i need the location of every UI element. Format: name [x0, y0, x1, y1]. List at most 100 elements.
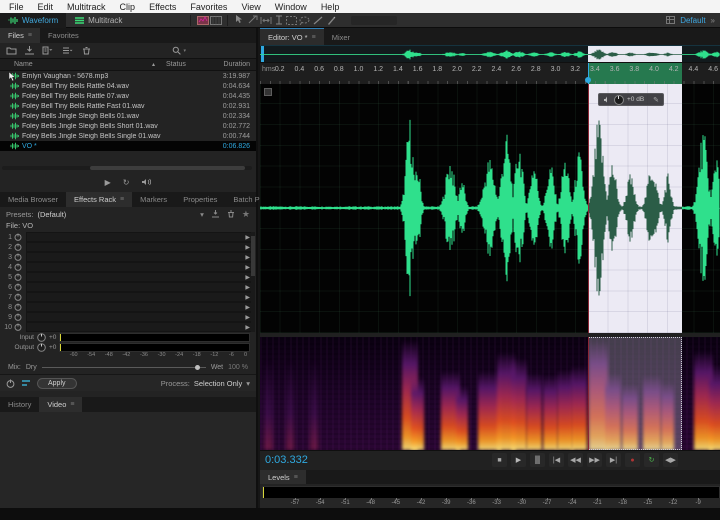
insert-multitrack-icon[interactable] — [62, 46, 75, 55]
files-horizontal-scrollbar[interactable] — [2, 166, 252, 170]
rewind-button[interactable]: ◀◀ — [568, 453, 583, 467]
panel-menu-icon[interactable]: ≡ — [70, 401, 74, 408]
slot-power-icon[interactable] — [12, 243, 24, 251]
skip-selection-button[interactable]: ◀▶ — [663, 453, 678, 467]
menu-help[interactable]: Help — [314, 2, 347, 12]
play-button[interactable]: ▶ — [511, 453, 526, 467]
mix-slider[interactable] — [42, 367, 206, 368]
slot-lane[interactable]: ▶ — [26, 322, 253, 332]
current-time-indicator[interactable] — [588, 84, 589, 333]
panel-menu-icon[interactable]: ≡ — [294, 474, 298, 481]
tab-markers[interactable]: Markers — [132, 192, 175, 207]
effect-slot[interactable]: 5▶ — [0, 272, 256, 282]
tab-files[interactable]: Files ≡ — [0, 28, 40, 43]
rack-scrollbar[interactable] — [251, 232, 255, 332]
waveform-selection[interactable] — [588, 84, 682, 333]
column-status[interactable]: Status — [166, 61, 200, 68]
effect-slot[interactable]: 2▶ — [0, 242, 256, 252]
save-preset-icon[interactable] — [211, 210, 220, 218]
slot-power-icon[interactable] — [12, 253, 24, 261]
skip-to-end-button[interactable]: ▶| — [606, 453, 621, 467]
file-row[interactable]: VO *0:06.826 — [0, 141, 256, 151]
preset-dropdown-caret[interactable]: ▾ — [200, 210, 204, 219]
slot-power-icon[interactable] — [12, 313, 24, 321]
spectral-pitch-icon[interactable] — [209, 15, 222, 26]
menu-window[interactable]: Window — [268, 2, 314, 12]
slot-lane[interactable]: ▶ — [26, 242, 253, 252]
slot-power-icon[interactable] — [12, 293, 24, 301]
menu-clip[interactable]: Clip — [113, 2, 143, 12]
timeline-ruler[interactable]: hms 0.20.40.60.81.01.21.41.61.82.02.22.4… — [260, 62, 720, 85]
waveform-view-button[interactable]: Waveform — [0, 13, 66, 28]
tab-history[interactable]: History — [0, 397, 39, 412]
slot-lane[interactable]: ▶ — [26, 232, 253, 242]
file-row[interactable]: Foley Bells Jingle Sleigh Bells Single 0… — [0, 131, 256, 141]
waveform-display[interactable]: +0 dB ✎ — [260, 84, 720, 333]
line-tool-icon[interactable] — [311, 15, 324, 26]
slot-lane[interactable]: ▶ — [26, 282, 253, 292]
multitrack-view-button[interactable]: Multitrack — [66, 13, 130, 28]
razor-tool-icon[interactable] — [246, 15, 259, 26]
delete-preset-icon[interactable] — [227, 210, 235, 218]
slot-power-icon[interactable] — [12, 303, 24, 311]
workspace-overflow-chevron[interactable]: » — [711, 16, 715, 25]
effect-slot[interactable]: 3▶ — [0, 252, 256, 262]
open-file-icon[interactable] — [6, 46, 17, 55]
slot-lane[interactable]: ▶ — [26, 312, 253, 322]
preview-loop-icon[interactable]: ↻ — [123, 178, 130, 187]
slot-lane[interactable]: ▶ — [26, 262, 253, 272]
menu-edit[interactable]: Edit — [31, 2, 61, 12]
slot-lane[interactable]: ▶ — [26, 252, 253, 262]
slot-power-icon[interactable] — [12, 323, 24, 331]
slot-lane[interactable]: ▶ — [26, 272, 253, 282]
lasso-selection-tool-icon[interactable] — [298, 15, 311, 26]
input-knob[interactable] — [37, 333, 46, 342]
overview-selection[interactable] — [588, 46, 682, 63]
fast-forward-button[interactable]: ▶▶ — [587, 453, 602, 467]
spectral-display[interactable] — [260, 337, 720, 450]
mix-slider-handle[interactable] — [195, 365, 200, 370]
tab-video[interactable]: Video ≡ — [39, 397, 82, 412]
tab-favorites[interactable]: Favorites — [40, 28, 87, 43]
spectral-selection[interactable] — [588, 337, 682, 450]
effect-slot[interactable]: 9▶ — [0, 312, 256, 322]
tab-properties[interactable]: Properties — [175, 192, 225, 207]
menu-view[interactable]: View — [234, 2, 267, 12]
marquee-selection-tool-icon[interactable] — [285, 15, 298, 26]
panel-menu-icon[interactable]: ≡ — [28, 32, 32, 39]
workspace-grid-icon[interactable] — [666, 16, 675, 24]
effect-slot[interactable]: 1▶ — [0, 232, 256, 242]
volume-knob[interactable] — [614, 95, 624, 105]
time-selection-tool-icon[interactable] — [272, 15, 285, 26]
file-row[interactable]: Foley Bell Tiny Bells Rattle Fast 01.wav… — [0, 101, 256, 111]
slot-power-icon[interactable] — [12, 283, 24, 291]
effect-slot[interactable]: 4▶ — [0, 262, 256, 272]
playhead-handle[interactable] — [585, 77, 591, 83]
sort-ascending-icon[interactable]: ▴ — [152, 61, 166, 68]
rack-power-icon[interactable] — [6, 379, 15, 388]
panel-menu-icon[interactable]: ≡ — [120, 196, 124, 203]
favorite-star-icon[interactable]: ★ — [242, 209, 250, 220]
tab-editor[interactable]: Editor: VO * ≡ — [260, 28, 324, 45]
preview-play-icon[interactable]: ▶ — [105, 178, 111, 187]
scrollbar-thumb[interactable] — [251, 236, 255, 276]
slot-power-icon[interactable] — [12, 233, 24, 241]
files-column-header[interactable]: Name ▴ Status Duration — [0, 58, 256, 71]
stop-button[interactable]: ■ — [492, 453, 507, 467]
menu-effects[interactable]: Effects — [142, 2, 183, 12]
file-row[interactable]: Foley Bell Tiny Bells Rattle 07.wav0:04.… — [0, 91, 256, 101]
file-row[interactable]: Foley Bells Jingle Sleigh Bells Short 01… — [0, 121, 256, 131]
effect-slot[interactable]: 8▶ — [0, 302, 256, 312]
effect-slot[interactable]: 7▶ — [0, 292, 256, 302]
prepost-toggle-icon[interactable] — [21, 379, 31, 387]
current-time-indicator[interactable] — [588, 337, 589, 450]
tab-media-browser[interactable]: Media Browser — [0, 192, 66, 207]
tab-mixer[interactable]: Mixer — [324, 29, 358, 45]
slip-tool-icon[interactable] — [259, 15, 272, 26]
file-row[interactable]: Foley Bells Jingle Sleigh Bells 01.wav0:… — [0, 111, 256, 121]
workspace-selector[interactable]: Default — [680, 16, 705, 25]
skip-to-start-button[interactable]: |◀ — [549, 453, 564, 467]
record-button[interactable]: ● — [625, 453, 640, 467]
file-row[interactable]: Foley Bell Tiny Bells Rattle 04.wav0:04.… — [0, 81, 256, 91]
process-dropdown-caret[interactable]: ▾ — [246, 379, 250, 388]
